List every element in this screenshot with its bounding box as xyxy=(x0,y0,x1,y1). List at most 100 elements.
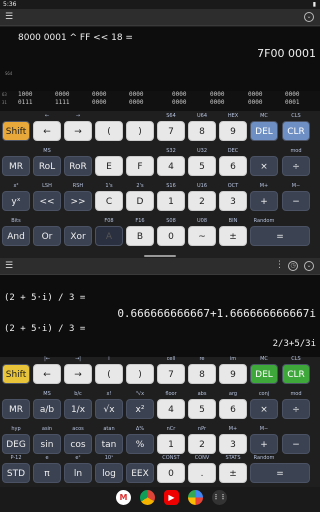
key-alt-label: OCT xyxy=(227,183,239,189)
key-rol[interactable]: RoL xyxy=(33,156,61,176)
key-7[interactable]: 7 xyxy=(157,121,185,141)
key-6[interactable]: 6 xyxy=(219,156,247,176)
key-sym[interactable]: % xyxy=(126,434,154,454)
youtube-icon[interactable]: ▶ xyxy=(164,490,179,505)
key-alt-label: CONV xyxy=(194,455,210,461)
key-sym[interactable]: ← xyxy=(33,121,61,141)
key-cos[interactable]: cos xyxy=(64,434,92,454)
key-4[interactable]: 4 xyxy=(157,399,185,419)
key-6[interactable]: 6 xyxy=(219,399,247,419)
key-1[interactable]: 1 xyxy=(157,191,185,211)
key-deg[interactable]: DEG xyxy=(2,434,30,454)
key-2[interactable]: 2 xyxy=(188,191,216,211)
key-sym[interactable]: ± xyxy=(219,226,247,246)
menu-icon[interactable]: ☰ xyxy=(5,12,13,22)
key-sym[interactable]: ( xyxy=(95,364,123,384)
key-sym[interactable]: ← xyxy=(33,364,61,384)
key-sym[interactable]: − xyxy=(282,434,310,454)
menu-icon[interactable]: ☰ xyxy=(5,261,13,271)
key-alt-label: U08 xyxy=(196,218,208,224)
key-0[interactable]: 0 xyxy=(157,226,185,246)
bottom-result-2: 2/3+5/3i xyxy=(272,339,316,349)
key-mr[interactable]: MR xyxy=(2,399,30,419)
chevron-down-icon[interactable]: ⌄ xyxy=(304,12,314,22)
key-sym[interactable]: + xyxy=(250,434,278,454)
key-sym[interactable]: ± xyxy=(219,463,247,483)
key-c[interactable]: C xyxy=(95,191,123,211)
photos-icon[interactable] xyxy=(188,490,203,505)
key-a[interactable]: A xyxy=(95,226,123,246)
key-sym[interactable]: × xyxy=(250,156,278,176)
key-ln[interactable]: ln xyxy=(64,463,92,483)
key-alt-label: STATS xyxy=(225,455,241,461)
key-sym[interactable]: ~ xyxy=(188,226,216,246)
key-alt-label: MS xyxy=(43,391,51,397)
key-a-b[interactable]: a/b xyxy=(33,399,61,419)
gmail-icon[interactable]: M xyxy=(116,490,131,505)
key-ror[interactable]: RoR xyxy=(64,156,92,176)
key-x[interactable]: √x xyxy=(95,399,123,419)
key-clr[interactable]: CLR xyxy=(282,121,310,141)
key-alt-label: CLS xyxy=(291,356,301,362)
key-0[interactable]: 0 xyxy=(157,463,185,483)
key-or[interactable]: Or xyxy=(33,226,61,246)
key-del[interactable]: DEL xyxy=(250,121,278,141)
key-8[interactable]: 8 xyxy=(188,364,216,384)
key-shift[interactable]: Shift xyxy=(2,364,30,384)
key-sym[interactable]: + xyxy=(250,191,278,211)
key-sym[interactable]: >> xyxy=(64,191,92,211)
key-9[interactable]: 9 xyxy=(219,364,247,384)
key-sym[interactable]: ÷ xyxy=(282,156,310,176)
key-e[interactable]: E xyxy=(95,156,123,176)
key-shift[interactable]: Shift xyxy=(2,121,30,141)
key-5[interactable]: 5 xyxy=(188,156,216,176)
key-3[interactable]: 3 xyxy=(219,191,247,211)
key-3[interactable]: 3 xyxy=(219,434,247,454)
key-sym[interactable]: → xyxy=(64,364,92,384)
key-y[interactable]: yˣ xyxy=(2,191,30,211)
key-2[interactable]: 2 xyxy=(188,434,216,454)
key-d[interactable]: D xyxy=(126,191,154,211)
key-sym[interactable]: = xyxy=(250,226,310,246)
key-and[interactable]: And xyxy=(2,226,30,246)
key-std[interactable]: STD xyxy=(2,463,30,483)
chrome-icon[interactable] xyxy=(140,490,155,505)
key-tan[interactable]: tan xyxy=(95,434,123,454)
key-mr[interactable]: MR xyxy=(2,156,30,176)
key-alt-label: |← xyxy=(44,356,50,362)
key-sym[interactable]: π xyxy=(33,463,61,483)
key-4[interactable]: 4 xyxy=(157,156,185,176)
key-xor[interactable]: Xor xyxy=(64,226,92,246)
key-x[interactable]: x² xyxy=(126,399,154,419)
key-eex[interactable]: EEX xyxy=(126,463,154,483)
more-icon[interactable]: ⋮ xyxy=(275,260,284,270)
key-sym[interactable]: << xyxy=(33,191,61,211)
key-f[interactable]: F xyxy=(126,156,154,176)
key-b[interactable]: B xyxy=(126,226,154,246)
key-1[interactable]: 1 xyxy=(157,434,185,454)
key-sym[interactable]: ) xyxy=(126,121,154,141)
key-sym[interactable]: → xyxy=(64,121,92,141)
key-sym[interactable]: − xyxy=(282,191,310,211)
key-1-x[interactable]: 1/x xyxy=(64,399,92,419)
key-sym[interactable]: × xyxy=(250,399,278,419)
key-alt-label: S16 xyxy=(166,183,176,189)
key-5[interactable]: 5 xyxy=(188,399,216,419)
drag-handle[interactable] xyxy=(144,255,176,257)
apps-icon[interactable]: ⋮⋮ xyxy=(212,490,227,505)
key-sin[interactable]: sin xyxy=(33,434,61,454)
key-7[interactable]: 7 xyxy=(157,364,185,384)
history-icon[interactable]: ◷ xyxy=(288,261,298,271)
chevron-down-icon[interactable]: ⌄ xyxy=(304,261,314,271)
key-sym[interactable]: = xyxy=(250,463,310,483)
key-log[interactable]: log xyxy=(95,463,123,483)
key-8[interactable]: 8 xyxy=(188,121,216,141)
key-clr[interactable]: CLR xyxy=(282,364,310,384)
key-sym[interactable]: ÷ xyxy=(282,399,310,419)
key-del[interactable]: DEL xyxy=(250,364,278,384)
key-alt-label: ← xyxy=(44,113,50,119)
key-9[interactable]: 9 xyxy=(219,121,247,141)
key-sym[interactable]: . xyxy=(188,463,216,483)
key-sym[interactable]: ( xyxy=(95,121,123,141)
key-sym[interactable]: ) xyxy=(126,364,154,384)
